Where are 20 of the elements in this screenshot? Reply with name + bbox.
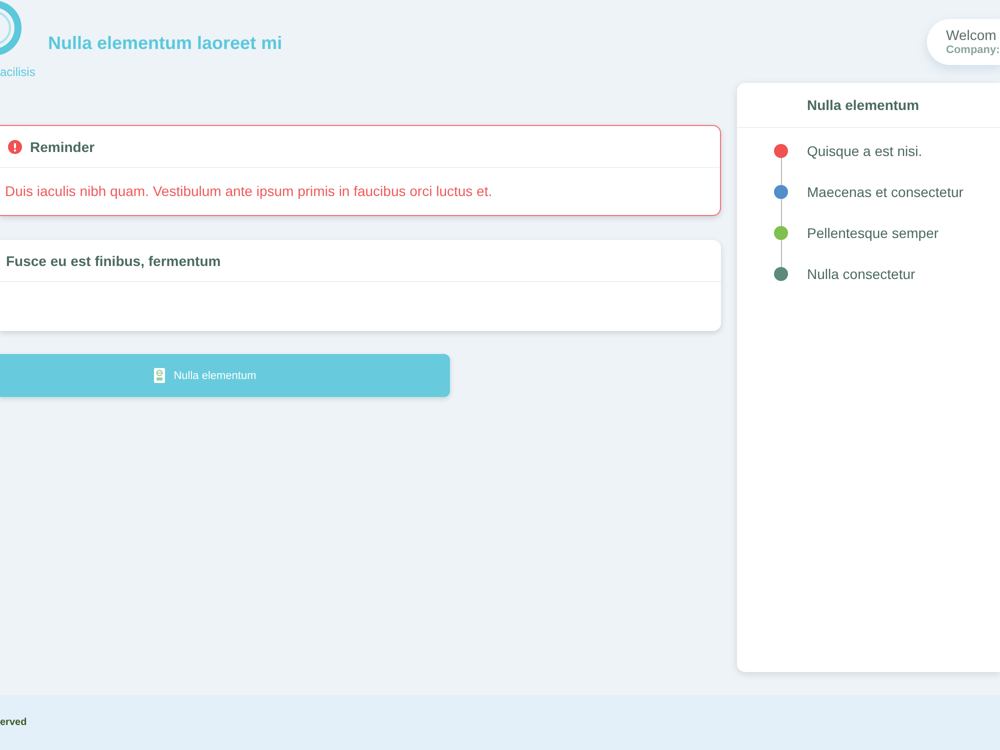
company-label: Company: <box>946 44 1000 57</box>
card-title: Fusce eu est finibus, fermentum <box>6 252 221 268</box>
page-title: Nulla elementum laoreet mi <box>48 32 282 54</box>
reminder-text: Duis iaculis nibh quam. Vestibulum ante ipsum primis in faucibus orci luctus et. <box>4 182 494 200</box>
ring-logo-icon <box>0 0 22 56</box>
timeline-connector <box>780 240 782 266</box>
document-icon <box>154 368 165 383</box>
alert-icon <box>8 140 22 154</box>
panel-title: Nulla elementum <box>807 97 920 113</box>
timeline-item: Maecenas et consectetur <box>807 184 964 200</box>
card-title: Reminder <box>30 138 95 154</box>
footer-text: erved <box>0 717 27 728</box>
timeline-item: Pellentesque semper <box>807 224 939 240</box>
logo-caption: acilisis <box>0 65 36 79</box>
user-badge[interactable]: Welcom Company: <box>927 19 1000 65</box>
timeline-item: Nulla consectetur <box>807 266 916 282</box>
timeline-item: Quisque a est nisi. <box>807 142 922 158</box>
timeline-connector <box>780 158 782 184</box>
timeline-connector <box>780 198 782 226</box>
welcome-text: Welcom <box>946 27 998 44</box>
